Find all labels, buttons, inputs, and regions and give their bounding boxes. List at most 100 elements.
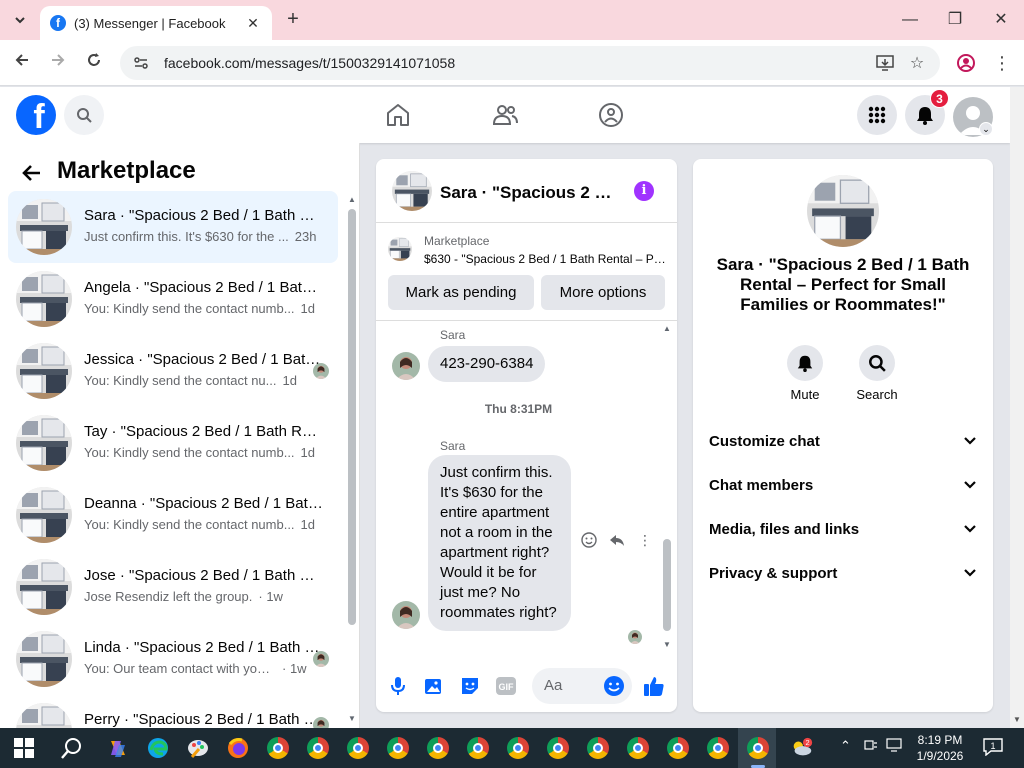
back-arrow-icon[interactable] <box>20 161 44 185</box>
notification-center-icon[interactable]: 1 <box>983 738 1003 757</box>
gif-icon[interactable]: GIF <box>495 675 517 697</box>
mute-label: Mute <box>790 387 820 402</box>
forward-button[interactable] <box>47 52 69 74</box>
chrome-profile-icon[interactable] <box>706 736 730 760</box>
privacy-support-section[interactable]: Privacy & support <box>709 559 977 587</box>
bookmark-star-icon[interactable]: ☆ <box>906 52 928 74</box>
chat-scrollbar[interactable]: ▲ ▼ <box>661 324 673 649</box>
microphone-icon[interactable] <box>387 675 409 697</box>
grid-icon <box>868 106 886 124</box>
sender-avatar[interactable] <box>392 352 420 380</box>
facebook-search-button[interactable] <box>64 95 104 135</box>
chrome-profile-icon[interactable] <box>546 736 570 760</box>
conversation-item[interactable]: Tay · "Spacious 2 Bed / 1 Bath Rental – … <box>8 407 338 479</box>
install-app-icon[interactable] <box>874 52 896 74</box>
photo-icon[interactable] <box>423 675 445 697</box>
tab-search-button[interactable] <box>8 8 32 32</box>
conversation-item[interactable]: Linda · "Spacious 2 Bed / 1 Bath Rental … <box>8 623 338 695</box>
message-actions: ⋮ <box>580 531 654 549</box>
chrome-profile-icon[interactable] <box>386 736 410 760</box>
menu-grid-button[interactable] <box>857 95 897 135</box>
reload-button[interactable] <box>83 52 105 74</box>
close-window-button[interactable]: ✕ <box>989 8 1013 32</box>
friends-icon[interactable] <box>491 101 519 129</box>
chevron-down-icon[interactable]: ⌄ <box>979 122 993 136</box>
message-bubble[interactable]: Just confirm this. It's $630 for the ent… <box>428 455 571 631</box>
message-bubble[interactable]: 423-290-6384 <box>428 346 546 382</box>
preview-text: You: Kindly send the contact numb... <box>84 301 295 316</box>
listing-thumbnail[interactable] <box>388 237 412 261</box>
customize-chat-section[interactable]: Customize chat <box>709 427 977 455</box>
facebook-logo[interactable]: f <box>16 95 56 135</box>
mute-action[interactable]: Mute <box>775 345 835 402</box>
home-icon[interactable] <box>384 101 412 129</box>
back-button[interactable] <box>11 52 33 74</box>
chrome-profile-icon[interactable] <box>346 736 370 760</box>
notification-count-badge: 3 <box>930 89 949 108</box>
read-receipt-avatar <box>313 363 329 379</box>
address-bar[interactable]: facebook.com/messages/t/1500329141071058… <box>120 46 940 80</box>
thumbs-up-icon[interactable] <box>643 675 665 697</box>
chrome-profile-icon[interactable] <box>666 736 690 760</box>
sender-avatar[interactable] <box>392 601 420 629</box>
search-icon[interactable] <box>60 736 84 760</box>
listing-thumbnail <box>16 415 72 471</box>
windows-start-icon[interactable] <box>12 736 36 760</box>
browser-menu-icon[interactable]: ⋮ <box>992 52 1012 74</box>
close-tab-icon[interactable]: ✕ <box>244 15 262 32</box>
chat-title[interactable]: Sara · "Spacious 2 Bed / 1 Bath Rental –… <box>440 183 620 203</box>
copilot-icon[interactable] <box>106 736 130 760</box>
chrome-profile-icon[interactable] <box>586 736 610 760</box>
chrome-profile-icon[interactable] <box>466 736 490 760</box>
sticker-icon[interactable] <box>459 675 481 697</box>
search-action[interactable]: Search <box>847 345 907 402</box>
browser-profile-icon[interactable] <box>955 52 977 74</box>
conversation-list-scrollbar[interactable]: ▲ ▼ <box>346 195 358 725</box>
conversation-photo[interactable] <box>807 175 879 247</box>
chrome-profile-icon[interactable] <box>506 736 530 760</box>
emoji-icon[interactable] <box>603 675 625 697</box>
chrome-profile-icon[interactable] <box>426 736 450 760</box>
groups-icon[interactable] <box>597 101 625 129</box>
svg-text:GIF: GIF <box>499 682 515 692</box>
conversation-item[interactable]: Angela · "Spacious 2 Bed / 1 Bath Rental… <box>8 263 338 335</box>
conversation-item[interactable]: Perry · "Spacious 2 Bed / 1 Bath Rental … <box>8 695 338 728</box>
new-tab-button[interactable]: + <box>282 8 304 30</box>
info-icon[interactable]: i <box>634 181 654 201</box>
page-scrollbar[interactable]: ▼ <box>1010 87 1024 728</box>
reply-icon[interactable] <box>608 531 626 549</box>
media-files-links-section[interactable]: Media, files and links <box>709 515 977 543</box>
site-info-icon[interactable] <box>132 54 150 72</box>
chrome-profile-icon[interactable] <box>626 736 650 760</box>
firefox-icon[interactable] <box>226 736 250 760</box>
edge-browser-icon[interactable] <box>146 736 170 760</box>
conversation-preview: You: Kindly send the contact numb... 1d <box>84 445 315 460</box>
more-actions-icon[interactable]: ⋮ <box>636 531 654 549</box>
conversation-thumbnail[interactable] <box>392 171 432 211</box>
chrome-profile-icon[interactable] <box>306 736 330 760</box>
system-clock[interactable]: 8:19 PM 1/9/2026 <box>910 732 970 764</box>
svg-text:2: 2 <box>805 738 809 747</box>
chat-members-section[interactable]: Chat members <box>709 471 977 499</box>
weather-icon[interactable]: 2 <box>790 736 814 760</box>
conversation-item[interactable]: Jose · "Spacious 2 Bed / 1 Bath Rental –… <box>8 551 338 623</box>
conversation-name: Deanna · "Spacious 2 Bed / 1 Bath Rental… <box>84 495 324 512</box>
conversation-preview: You: Our team contact with you ... · 1w <box>84 661 307 676</box>
paint-app-icon[interactable] <box>186 736 210 760</box>
read-receipt-avatar <box>313 717 329 728</box>
show-hidden-icons-chevron-up-icon[interactable]: ⌃ <box>840 738 851 754</box>
conversation-item[interactable]: Deanna · "Spacious 2 Bed / 1 Bath Rental… <box>8 479 338 551</box>
conversation-item[interactable]: Sara · "Spacious 2 Bed / 1 Bath Rental –… <box>8 191 338 263</box>
chrome-icon[interactable] <box>266 736 290 760</box>
display-icon[interactable] <box>886 738 902 755</box>
network-device-icon[interactable] <box>864 738 878 755</box>
mark-as-pending-button[interactable]: Mark as pending <box>388 275 534 310</box>
browser-tab-messenger[interactable]: f (3) Messenger | Facebook ✕ <box>40 6 272 40</box>
react-emoji-icon[interactable] <box>580 531 598 549</box>
conversation-item[interactable]: Jessica · "Spacious 2 Bed / 1 Bath Renta… <box>8 335 338 407</box>
restore-button[interactable]: ❐ <box>943 8 967 32</box>
listing-title[interactable]: $630 - "Spacious 2 Bed / 1 Bath Rental –… <box>424 252 668 266</box>
minimize-button[interactable]: — <box>898 8 922 32</box>
chrome-active-window-icon[interactable] <box>746 736 770 760</box>
more-options-button[interactable]: More options <box>541 275 665 310</box>
